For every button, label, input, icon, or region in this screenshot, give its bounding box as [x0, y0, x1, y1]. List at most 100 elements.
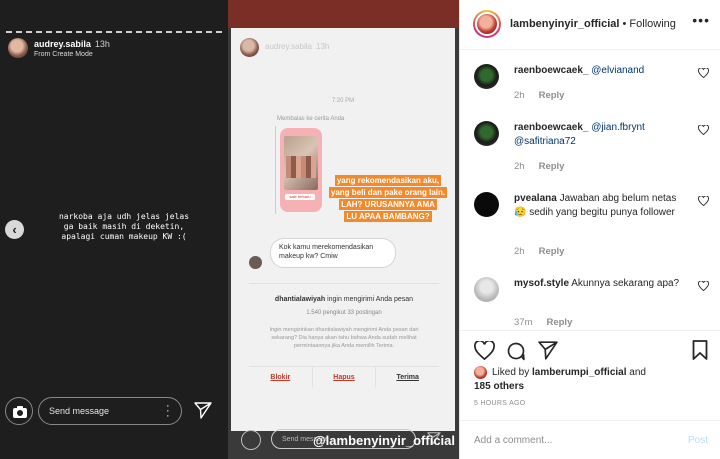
comment-time: 37m	[514, 317, 533, 328]
comment-meta: 37m Reply	[514, 317, 572, 328]
request-stats: 1.540 pengikut 33 postingan	[306, 310, 382, 316]
like-heart-icon[interactable]	[474, 341, 495, 360]
comment-meta: 2h Reply	[514, 161, 564, 172]
reply-button[interactable]: Reply	[539, 246, 565, 257]
request-description: Ingin mengizinkan dhantialawiyah mengiri…	[269, 327, 419, 349]
dm-clock: 7:20 PM	[331, 98, 355, 104]
watermark: @lambenyinyir_official	[313, 433, 455, 448]
post-comments-panel: lambenyinyir_official • Following ••• ra…	[459, 0, 720, 459]
comment-username[interactable]: raenboewcaek_	[514, 65, 589, 76]
comment-time: 2h	[514, 246, 525, 257]
dm-top-frame	[228, 0, 459, 28]
camera-icon	[13, 406, 27, 418]
comment-meta: 2h Reply	[514, 246, 564, 257]
story-username-text[interactable]: audrey.sabila	[34, 39, 91, 49]
request-actions: Blokir Hapus Terima	[249, 366, 439, 388]
comment-body[interactable]: @elvianand	[591, 65, 644, 76]
story-message-input[interactable]: Send message · · ·	[38, 397, 182, 425]
comment-bubble-icon[interactable]	[506, 341, 526, 361]
comment-avatar[interactable]	[474, 277, 499, 302]
orange-line-1: yang rekomendasikan aku,	[334, 175, 442, 186]
liked-by: Liked by lamberumpi_official and 185 othe…	[474, 366, 646, 394]
liker-avatar	[474, 366, 487, 379]
camera-button[interactable]	[5, 397, 33, 425]
camera-icon[interactable]	[241, 430, 261, 450]
liked-by-prefix: Liked by	[492, 367, 530, 379]
request-user: dhantialawiyah	[274, 296, 326, 303]
liked-others[interactable]: 185 others	[474, 381, 524, 392]
more-vertical-icon[interactable]: · · ·	[166, 401, 170, 422]
comment-body: Akunnya sekarang apa?	[571, 278, 680, 289]
comment-text: pvealana Jawaban abg belum netas 😥 sedih…	[514, 192, 684, 220]
delete-button[interactable]: Hapus	[311, 367, 377, 388]
story-progress-bar	[6, 31, 222, 33]
thumbnail-tag: sale terbaru	[285, 194, 315, 200]
dm-reply-line	[275, 126, 276, 214]
story-mode: From Create Mode	[34, 51, 93, 58]
heart-icon[interactable]	[698, 196, 709, 206]
request-text: ingin mengirimi Anda pesan	[327, 296, 414, 303]
bookmark-icon[interactable]	[692, 340, 708, 360]
orange-line-4: LU APAA BAMBANG?	[344, 211, 432, 222]
post-button[interactable]: Post	[688, 435, 708, 446]
add-comment-bar: Add a comment... Post	[460, 420, 720, 459]
comment-avatar[interactable]	[474, 64, 499, 89]
comment-avatar[interactable]	[474, 192, 499, 217]
comment-username[interactable]: pvealana	[514, 193, 557, 204]
comment-username[interactable]: raenboewcaek_	[514, 122, 589, 133]
accept-button[interactable]: Terima	[376, 367, 439, 388]
more-options-icon[interactable]: •••	[692, 12, 710, 28]
comment-time: 2h	[514, 161, 525, 172]
heart-icon[interactable]	[698, 125, 709, 135]
story-username[interactable]: audrey.sabila 13h	[34, 39, 110, 49]
heart-icon[interactable]	[698, 68, 709, 78]
story-panel: audrey.sabila 13h From Create Mode ‹ nark…	[0, 0, 228, 459]
reply-button[interactable]: Reply	[539, 161, 565, 172]
share-send-icon[interactable]	[538, 341, 558, 360]
message-request-card: dhantialawiyah ingin mengirimi Anda pesa…	[249, 283, 439, 393]
dm-message-bubble: Kok kamu merekomendasikan makeup kw? Cmi…	[270, 238, 396, 268]
header-separator: •	[622, 18, 627, 30]
block-button[interactable]: Blokir	[249, 367, 312, 388]
dm-avatar	[240, 38, 259, 57]
dm-screenshot: audrey.sabila 13h 7:20 PM Membalas ke cer…	[228, 0, 459, 459]
story-time: 13h	[94, 39, 110, 49]
chevron-left-icon[interactable]: ‹	[5, 220, 24, 239]
comment-time: 2h	[514, 90, 525, 101]
post-header: lambenyinyir_official • Following •••	[460, 0, 720, 50]
following-button[interactable]: Following	[629, 18, 675, 30]
dm-orange-caption: yang rekomendasikan aku, yang beli dan pa…	[324, 175, 452, 223]
reply-button[interactable]: Reply	[546, 317, 572, 328]
story-message-placeholder: Send message	[49, 406, 110, 416]
orange-line-3: LAH? URUSANNYA AMA	[339, 199, 437, 210]
post-timestamp: 5 HOURS AGO	[474, 400, 526, 407]
story-avatar[interactable]	[8, 38, 28, 58]
comment-username[interactable]: mysof.style	[514, 278, 569, 289]
comment-text: raenboewcaek_ @elvianand	[514, 64, 684, 78]
dm-username: audrey.sabila 13h	[265, 42, 329, 51]
orange-line-2: yang beli dan pake orang lain.	[328, 187, 448, 198]
dm-sender-avatar	[249, 256, 262, 269]
dm-time: 13h	[316, 42, 330, 51]
dm-replied-label: Membalas ke cerita Anda	[277, 116, 345, 122]
liked-by-user[interactable]: lamberumpi_official	[532, 367, 626, 378]
palette-image	[286, 156, 316, 178]
header-username[interactable]: lambenyinyir_official	[510, 18, 619, 30]
comment-avatar[interactable]	[474, 121, 499, 146]
header-avatar[interactable]	[473, 10, 501, 38]
heart-icon[interactable]	[698, 281, 709, 291]
comment-text: raenboewcaek_ @jian.fbrynt @safitriana72	[514, 121, 684, 149]
liked-by-and: and	[629, 367, 646, 379]
reply-button[interactable]: Reply	[539, 90, 565, 101]
dm-story-thumbnail: sale terbaru	[280, 128, 322, 212]
request-title: dhantialawiyah ingin mengirimi Anda pesa…	[249, 296, 439, 303]
comment-text: mysof.style Akunnya sekarang apa?	[514, 277, 684, 291]
dm-username-text: audrey.sabila	[265, 42, 312, 51]
comment-meta: 2h Reply	[514, 90, 564, 101]
dm-phone-screen: audrey.sabila 13h 7:20 PM Membalas ke cer…	[231, 28, 455, 450]
comment-input[interactable]: Add a comment...	[474, 435, 552, 446]
story-text: narkoba aja udh jelas jelas ga baik masi…	[58, 212, 190, 241]
post-actions-bar	[460, 330, 720, 370]
send-icon[interactable]	[194, 402, 212, 419]
header-account: lambenyinyir_official • Following	[510, 18, 676, 30]
